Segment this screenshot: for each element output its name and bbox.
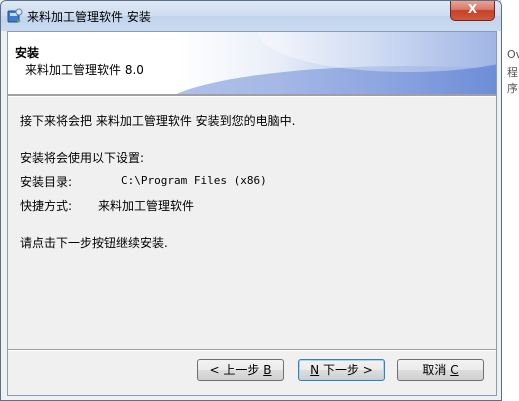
install-dir-value: C:\Program Files (x86) — [121, 174, 267, 187]
banner-divider — [8, 94, 496, 97]
header-banner: 安装 来料加工管理软件 8.0 — [8, 32, 496, 94]
shortcut-value: 来料加工管理软件 — [98, 199, 195, 213]
back-button[interactable]: < 上一步 B — [197, 359, 284, 381]
banner-title: 安装 — [15, 46, 40, 60]
intro-text: 接下来将会把 来料加工管理软件 安装到您的电脑中. — [20, 114, 296, 128]
installer-client-area: 安装 来料加工管理软件 8.0 接下来将会把 来料加工管理软件 安装到您的电脑中… — [7, 31, 497, 396]
continue-prompt: 请点击下一步按钮继续安装. — [20, 236, 168, 250]
installer-app-icon — [7, 8, 23, 23]
next-button-hotkey: N — [310, 363, 320, 377]
installer-window: 来料加工管理软件 安装 X 安装 来料加工管理软件 8.0 接下来将会把 来料加… — [0, 0, 502, 401]
background-window: Ov 程序 — [500, 0, 519, 401]
install-dir-label: 安装目录: — [20, 175, 73, 189]
shortcut-label: 快捷方式: — [20, 199, 73, 213]
window-title: 来料加工管理软件 安装 — [27, 10, 151, 24]
banner-decoration — [258, 32, 496, 72]
back-button-hotkey: B — [263, 363, 272, 377]
close-button[interactable]: X — [450, 1, 495, 21]
title-bar[interactable]: 来料加工管理软件 安装 X — [1, 1, 501, 31]
background-text: Ov — [507, 48, 519, 61]
back-button-label: < 上一步 — [209, 363, 264, 377]
settings-heading: 安装将会使用以下设置: — [20, 151, 145, 165]
cancel-button-label: 取消 — [422, 363, 451, 377]
button-divider — [8, 349, 496, 351]
cancel-button-hotkey: C — [450, 363, 459, 377]
banner-subtitle: 来料加工管理软件 8.0 — [25, 63, 144, 77]
next-button[interactable]: N 下一步 > — [298, 359, 385, 381]
next-button-label: 下一步 > — [319, 363, 373, 377]
background-text: 程序 — [507, 66, 518, 95]
close-icon: X — [467, 2, 478, 16]
cancel-button[interactable]: 取消 C — [397, 359, 484, 381]
